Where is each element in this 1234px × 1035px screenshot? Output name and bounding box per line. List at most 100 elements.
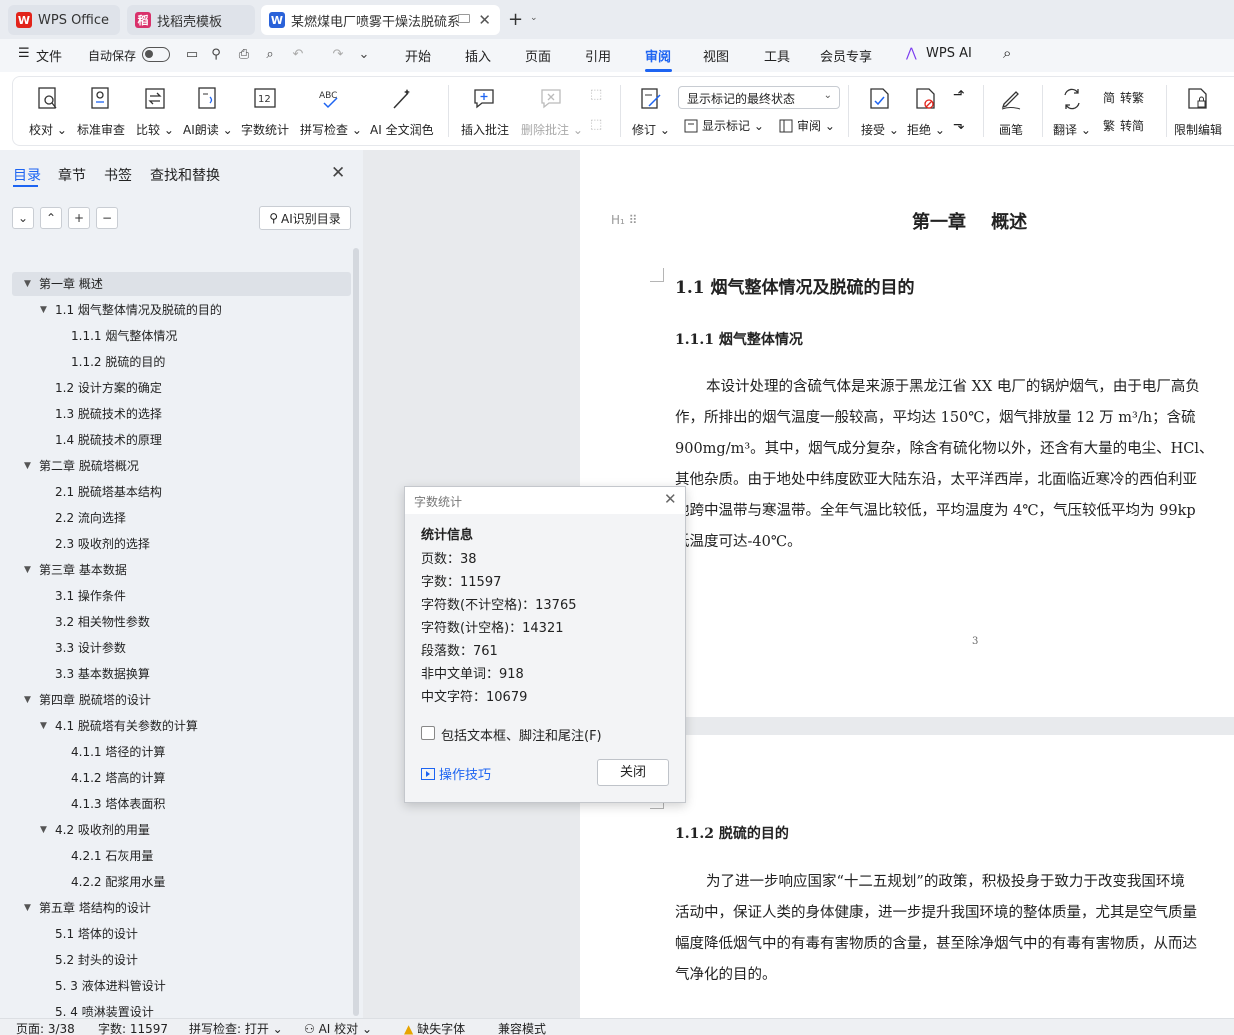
toc-item[interactable]: 2.3 吸收剂的选择 bbox=[12, 532, 351, 556]
hamburger-icon[interactable]: ☰ bbox=[18, 46, 30, 61]
toc-item[interactable]: ▼ 第五章 塔结构的设计 bbox=[12, 896, 351, 920]
menu-member[interactable]: 会员专享 bbox=[820, 46, 872, 65]
menu-view[interactable]: 视图 bbox=[703, 46, 729, 65]
status-missing-font[interactable]: ▲ 缺失字体 bbox=[404, 1020, 465, 1035]
panel-tab-toc[interactable]: 目录 bbox=[13, 165, 41, 185]
menu-tools[interactable]: 工具 bbox=[764, 46, 790, 65]
save-icon[interactable]: ▭ bbox=[184, 47, 200, 63]
track-changes-button[interactable]: 修订 ⌄ bbox=[632, 85, 670, 138]
toc-item[interactable]: ▼ 4.2 吸收剂的用量 bbox=[12, 818, 351, 842]
toc-item[interactable]: 3.2 相关物性参数 bbox=[12, 610, 351, 634]
previous-comment-icon[interactable]: ⬚ bbox=[590, 87, 602, 102]
proofread-button[interactable]: 校对 ⌄ bbox=[29, 85, 67, 138]
expand-caret-icon[interactable]: ▼ bbox=[40, 818, 47, 842]
window-mode-icon[interactable] bbox=[458, 14, 470, 23]
tips-link[interactable]: 操作技巧 bbox=[421, 764, 491, 783]
toc-item[interactable]: 1.1.1 烟气整体情况 bbox=[12, 324, 351, 348]
translate-button[interactable]: 翻译 ⌄ bbox=[1053, 85, 1091, 138]
toc-item[interactable]: 1.1.2 脱硫的目的 bbox=[12, 350, 351, 374]
toc-item[interactable]: 5. 3 液体进料管设计 bbox=[12, 974, 351, 998]
more-chevron-icon[interactable]: ⌄ bbox=[356, 47, 372, 63]
to-traditional-button[interactable]: 简 转繁 bbox=[1101, 89, 1144, 106]
menu-page[interactable]: 页面 bbox=[525, 46, 551, 65]
menu-start[interactable]: 开始 bbox=[405, 46, 431, 65]
show-markup-button[interactable]: 显示标记 ⌄ bbox=[683, 117, 764, 134]
close-dialog-icon[interactable]: ✕ bbox=[664, 490, 677, 508]
redo-icon[interactable]: ↷ bbox=[330, 47, 346, 63]
close-panel-icon[interactable]: ✕ bbox=[331, 163, 345, 183]
toc-item[interactable]: 4.2.2 配浆用水量 bbox=[12, 870, 351, 894]
expand-caret-icon[interactable]: ▼ bbox=[24, 454, 31, 478]
status-spell-check[interactable]: 拼写检查: 打开 ⌄ bbox=[189, 1020, 283, 1035]
toc-item[interactable]: ▼ 第三章 基本数据 bbox=[12, 558, 351, 582]
menu-insert[interactable]: 插入 bbox=[465, 46, 491, 65]
restrict-editing-button[interactable]: 限制编辑 bbox=[1174, 85, 1222, 138]
menu-wps-ai[interactable]: WPS AI bbox=[926, 46, 972, 61]
toc-item[interactable]: 2.2 流向选择 bbox=[12, 506, 351, 530]
expand-caret-icon[interactable]: ▼ bbox=[40, 714, 47, 738]
status-word-count[interactable]: 字数: 11597 bbox=[98, 1020, 168, 1035]
toc-item[interactable]: 4.2.1 石灰用量 bbox=[12, 844, 351, 868]
to-simplified-button[interactable]: 繁 转简 bbox=[1101, 117, 1144, 134]
close-tab-icon[interactable]: ✕ bbox=[478, 11, 491, 29]
toc-item[interactable]: 1.3 脱硫技术的选择 bbox=[12, 402, 351, 426]
menu-review[interactable]: 审阅 bbox=[645, 46, 671, 65]
toc-item[interactable]: 4.1.1 塔径的计算 bbox=[12, 740, 351, 764]
toc-item[interactable]: ▼ 第二章 脱硫塔概况 bbox=[12, 454, 351, 478]
spell-check-button[interactable]: ABC 拼写检查 ⌄ bbox=[300, 85, 362, 138]
next-change-icon[interactable]: ⬎ bbox=[953, 117, 965, 133]
toc-item[interactable]: ▼ 第四章 脱硫塔的设计 bbox=[12, 688, 351, 712]
menu-reference[interactable]: 引用 bbox=[585, 46, 611, 65]
tab-wps-office[interactable]: W WPS Office bbox=[8, 5, 120, 35]
toc-item[interactable]: 5.1 塔体的设计 bbox=[12, 922, 351, 946]
include-textbox-checkbox[interactable] bbox=[421, 726, 435, 740]
share-icon[interactable]: ⚲ bbox=[208, 47, 224, 63]
tab-list-chevron-icon[interactable]: ⌄ bbox=[530, 13, 538, 23]
expand-caret-icon[interactable]: ▼ bbox=[40, 298, 47, 322]
include-textbox-label[interactable]: 包括文本框、脚注和尾注(F) bbox=[441, 725, 602, 744]
menu-file[interactable]: 文件 bbox=[36, 46, 62, 65]
previous-change-icon[interactable]: ⬏ bbox=[953, 87, 965, 103]
expand-caret-icon[interactable]: ▼ bbox=[24, 558, 31, 582]
accept-button[interactable]: 接受 ⌄ bbox=[861, 85, 899, 138]
print-preview-icon[interactable]: ⌕ bbox=[262, 47, 278, 63]
toc-item[interactable]: ▼ 第一章 概述 bbox=[12, 272, 351, 296]
next-comment-icon[interactable]: ⬚ bbox=[590, 117, 602, 132]
new-tab-icon[interactable]: + bbox=[508, 9, 523, 30]
toc-item[interactable]: ▼ 4.1 脱硫塔有关参数的计算 bbox=[12, 714, 351, 738]
toc-item[interactable]: 1.4 脱硫技术的原理 bbox=[12, 428, 351, 452]
collapse-down-button[interactable]: ⌄ bbox=[12, 207, 34, 229]
tab-template[interactable]: 稻 找稻壳模板 bbox=[127, 5, 255, 35]
toc-item[interactable]: 4.1.3 塔体表面积 bbox=[12, 792, 351, 816]
expand-all-button[interactable]: + bbox=[68, 207, 90, 229]
reject-button[interactable]: 拒绝 ⌄ bbox=[907, 85, 945, 138]
tab-document[interactable]: W 某燃煤电厂喷雾干燥法脱硫系 ✕ bbox=[261, 5, 500, 35]
collapse-up-button[interactable]: ⌃ bbox=[40, 207, 62, 229]
toc-item[interactable]: 3.1 操作条件 bbox=[12, 584, 351, 608]
markup-state-select[interactable]: 显示标记的最终状态 ⌄ bbox=[678, 86, 840, 109]
search-icon[interactable]: ⌕ bbox=[1003, 44, 1011, 62]
toc-item[interactable]: ▼ 1.1 烟气整体情况及脱硫的目的 bbox=[12, 298, 351, 322]
ai-read-button[interactable]: AI朗读 ⌄ bbox=[183, 85, 233, 138]
print-icon[interactable]: ⎙ bbox=[236, 47, 252, 63]
panel-tab-find-replace[interactable]: 查找和替换 bbox=[150, 165, 220, 185]
toc-item[interactable]: 3.3 基本数据换算 bbox=[12, 662, 351, 686]
toc-item[interactable]: 4.1.2 塔高的计算 bbox=[12, 766, 351, 790]
collapse-all-button[interactable]: − bbox=[96, 207, 118, 229]
panel-tab-chapter[interactable]: 章节 bbox=[58, 165, 86, 185]
compare-button[interactable]: 比较 ⌄ bbox=[136, 85, 174, 138]
status-ai-proofread[interactable]: ⚇ AI 校对 ⌄ bbox=[304, 1020, 372, 1035]
expand-caret-icon[interactable]: ▼ bbox=[24, 896, 31, 920]
insert-comment-button[interactable]: 插入批注 bbox=[461, 85, 509, 138]
undo-icon[interactable]: ↶ bbox=[290, 47, 306, 63]
ai-polish-button[interactable]: AI 全文润色 bbox=[370, 85, 434, 138]
expand-caret-icon[interactable]: ▼ bbox=[24, 688, 31, 712]
delete-comment-button[interactable]: 删除批注 ⌄ bbox=[521, 85, 583, 138]
close-button[interactable]: 关闭 bbox=[597, 759, 669, 786]
status-page[interactable]: 页面: 3/38 bbox=[16, 1020, 75, 1035]
panel-scrollbar[interactable] bbox=[353, 248, 359, 1016]
autosave-toggle[interactable] bbox=[142, 47, 170, 62]
toc-item[interactable]: 2.1 脱硫塔基本结构 bbox=[12, 480, 351, 504]
standard-review-button[interactable]: 标准审查 bbox=[77, 85, 125, 138]
ai-toc-button[interactable]: ⚲ AI识别目录 bbox=[259, 206, 351, 230]
